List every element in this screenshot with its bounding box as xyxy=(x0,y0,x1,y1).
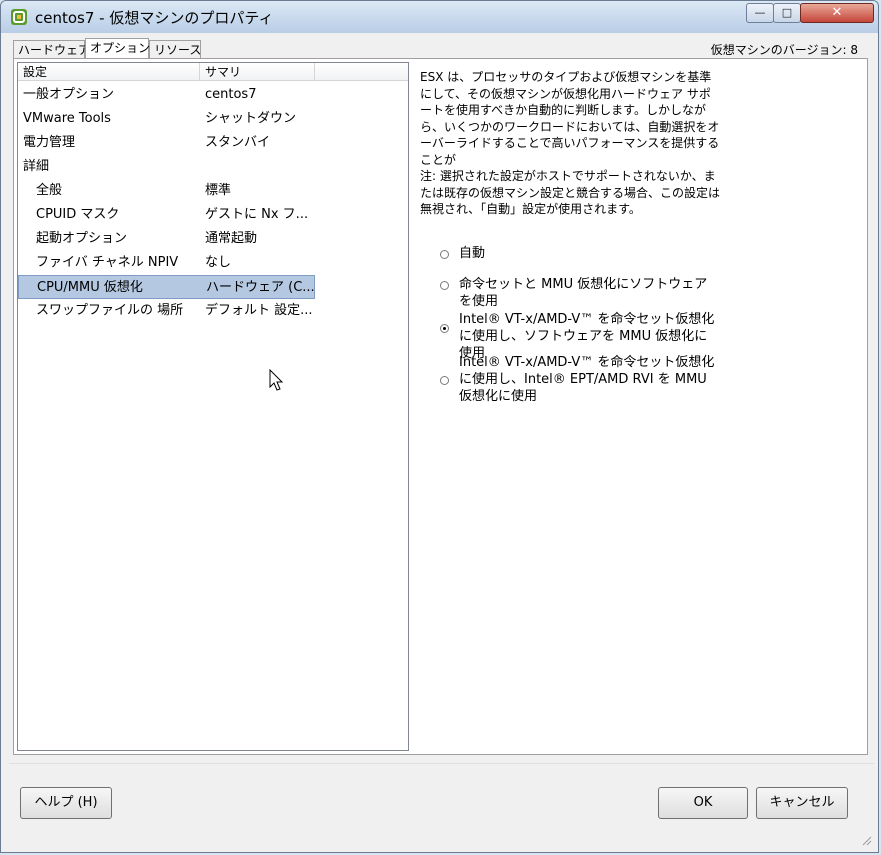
row-name: 電力管理 xyxy=(23,135,76,150)
maximize-button[interactable]: □ xyxy=(773,3,801,23)
row-value: ゲストに Nx フ... xyxy=(205,207,309,222)
description-text: ESX は、プロセッサのタイプおよび仮想マシンを基準にして、その仮想マシンが仮想… xyxy=(420,69,720,218)
row-value: スタンバイ xyxy=(205,135,271,150)
radio-button-icon[interactable] xyxy=(440,250,449,259)
settings-list[interactable]: 設定 サマリ 一般オプション centos7 VMware Tools シャット… xyxy=(17,62,409,751)
row-value: centos7 xyxy=(205,87,257,102)
row-name: 詳細 xyxy=(23,159,50,174)
radio-button-icon[interactable] xyxy=(440,281,449,290)
mouse-cursor-icon xyxy=(269,369,284,391)
vsphere-app-icon xyxy=(11,9,27,25)
options-tab-panel: 設定 サマリ 一般オプション centos7 VMware Tools シャット… xyxy=(13,58,868,755)
list-row-general-options[interactable]: 一般オプション centos7 xyxy=(18,83,315,107)
dialog-client: ハードウェア オプション リソース 仮想マシンのバージョン: 8 設定 サマリ … xyxy=(9,33,874,848)
list-row-swapfile-location[interactable]: スワップファイルの 場所 デフォルト 設定... xyxy=(18,299,315,323)
row-value: なし xyxy=(205,255,232,270)
details-pane: ESX は、プロセッサのタイプおよび仮想マシンを基準にして、その仮想マシンが仮想… xyxy=(420,69,720,404)
properties-window: centos7 - 仮想マシンのプロパティ — □ ✕ ハードウェア オプション… xyxy=(0,0,879,853)
list-row-boot-options[interactable]: 起動オプション 通常起動 xyxy=(18,227,315,251)
column-header-filler xyxy=(315,63,408,81)
row-name: ファイバ チャネル NPIV xyxy=(36,255,179,270)
footer-divider xyxy=(9,763,874,764)
ok-button[interactable]: OK xyxy=(658,787,748,819)
title-bar[interactable]: centos7 - 仮想マシンのプロパティ — □ ✕ xyxy=(1,1,878,33)
list-row-cpu-mmu-virtualization[interactable]: CPU/MMU 仮想化 ハードウェア (C... xyxy=(18,275,315,299)
list-row-general[interactable]: 全般 標準 xyxy=(18,179,315,203)
list-row-power-management[interactable]: 電力管理 スタンバイ xyxy=(18,131,315,155)
row-name: スワップファイルの 場所 xyxy=(36,303,184,318)
radio-button-icon[interactable] xyxy=(440,324,449,333)
vm-version-label: 仮想マシンのバージョン: 8 xyxy=(710,43,858,57)
row-name: 起動オプション xyxy=(36,231,128,246)
close-button[interactable]: ✕ xyxy=(800,3,874,23)
row-name: 一般オプション xyxy=(23,87,115,102)
list-row-cpuid-mask[interactable]: CPUID マスク ゲストに Nx フ... xyxy=(18,203,315,227)
minimize-button[interactable]: — xyxy=(746,3,774,23)
row-value: 通常起動 xyxy=(205,231,258,246)
window-title: centos7 - 仮想マシンのプロパティ xyxy=(35,9,274,27)
radio-label: 自動 xyxy=(459,246,486,261)
tab-hardware[interactable]: ハードウェア xyxy=(13,40,90,58)
note-paragraph: 注: 選択された設定がホストでサポートされないか、または既存の仮想マシン設定と競… xyxy=(420,169,721,216)
resize-grip-icon[interactable] xyxy=(860,834,872,846)
row-value: デフォルト 設定... xyxy=(205,303,313,318)
row-name: CPU/MMU 仮想化 xyxy=(37,280,143,295)
row-name: VMware Tools xyxy=(23,111,111,126)
column-header-settings[interactable]: 設定 xyxy=(18,63,200,81)
row-value: 標準 xyxy=(205,183,232,198)
list-row-advanced-group[interactable]: 詳細 xyxy=(18,155,315,179)
list-row-vmware-tools[interactable]: VMware Tools シャットダウン xyxy=(18,107,315,131)
radio-button-icon[interactable] xyxy=(440,376,449,385)
row-value: シャットダウン xyxy=(205,111,297,126)
row-name: 全般 xyxy=(36,183,63,198)
list-header: 設定 サマリ xyxy=(18,63,408,81)
row-value: ハードウェア (C... xyxy=(206,280,314,295)
tab-resources[interactable]: リソース xyxy=(149,40,201,58)
tab-options[interactable]: オプション xyxy=(85,38,150,58)
radio-label: 命令セットと MMU 仮想化にソフトウェアを使用 xyxy=(459,277,708,309)
radio-label: Intel® VT-x/AMD-V™ を命令セット仮想化に使用し、Intel® … xyxy=(459,355,715,404)
list-row-fibre-channel-npiv[interactable]: ファイバ チャネル NPIV なし xyxy=(18,251,315,275)
description-paragraph: ESX は、プロセッサのタイプおよび仮想マシンを基準にして、その仮想マシンが仮想… xyxy=(420,70,720,167)
row-name: CPUID マスク xyxy=(36,207,120,222)
column-header-summary[interactable]: サマリ xyxy=(200,63,315,81)
cancel-button[interactable]: キャンセル xyxy=(756,787,848,819)
help-button[interactable]: ヘルプ (H) xyxy=(20,787,112,819)
